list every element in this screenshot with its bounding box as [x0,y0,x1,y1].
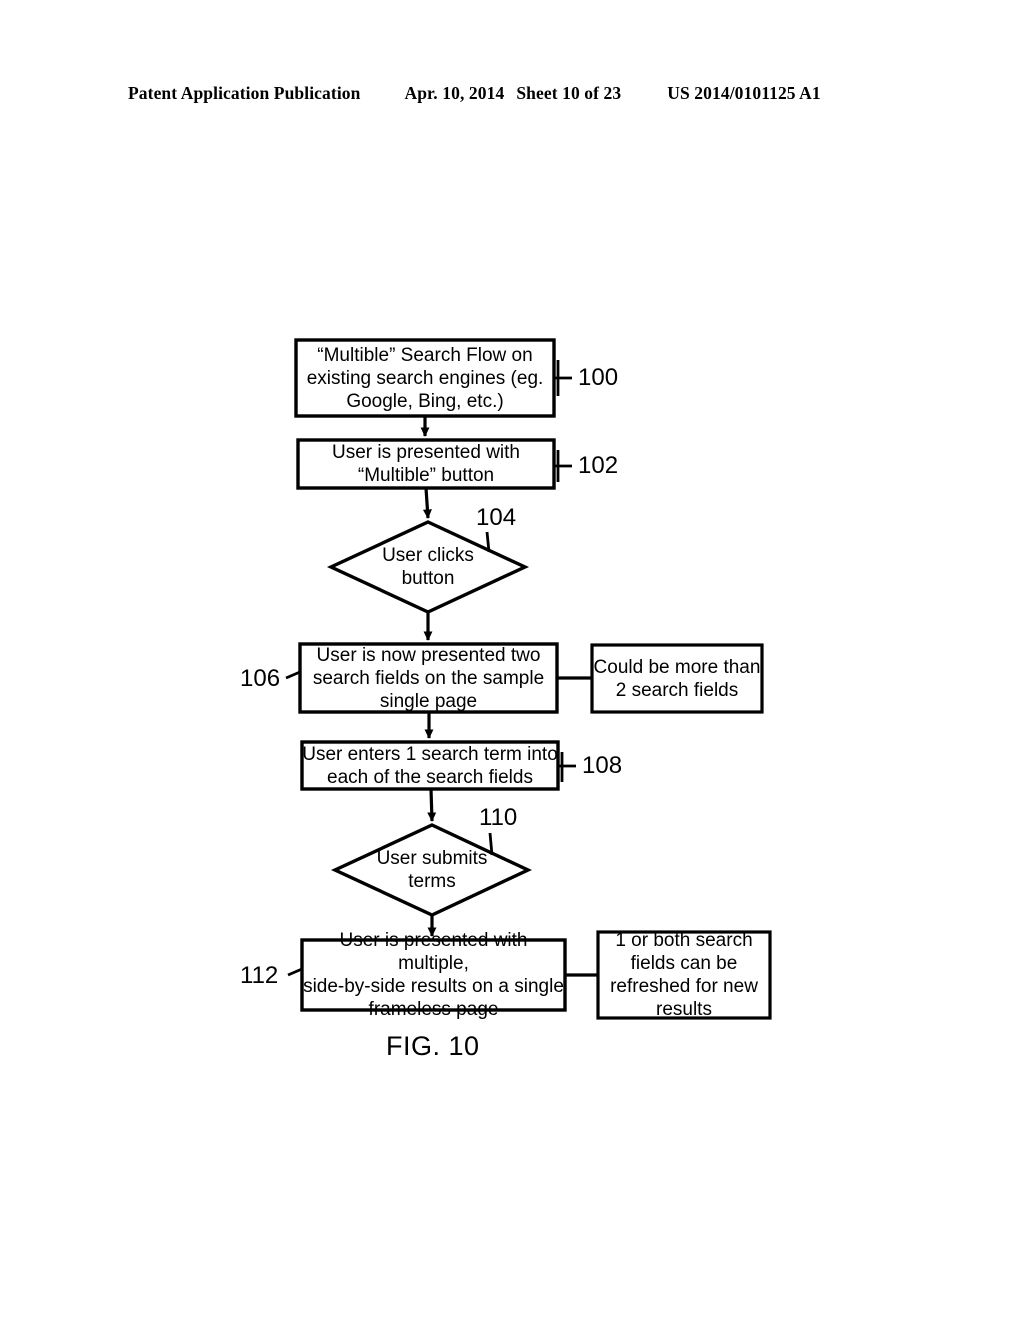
connector-108-110 [427,788,437,822]
leader-line-110 [488,832,494,856]
leader-line-104 [485,531,491,553]
node-shape-104 [326,520,530,614]
flowchart-vector-layer [285,338,772,1020]
annotation-shape-b [596,930,772,1020]
patent-flowchart-figure: “Multible” Search Flow on existing searc… [0,0,1024,1320]
figure-caption: FIG. 10 [386,1031,480,1061]
annotation-shape-a [590,643,764,714]
leader-line-112 [287,967,303,977]
connector-102-104 [422,487,432,519]
leader-line-106 [285,670,301,680]
node-shape-112 [300,938,567,1012]
node-shape-106 [298,642,559,714]
node-shape-102 [296,438,556,490]
node-shape-110 [330,823,533,917]
node-shape-108 [300,740,560,791]
node-shape-100 [294,338,556,418]
